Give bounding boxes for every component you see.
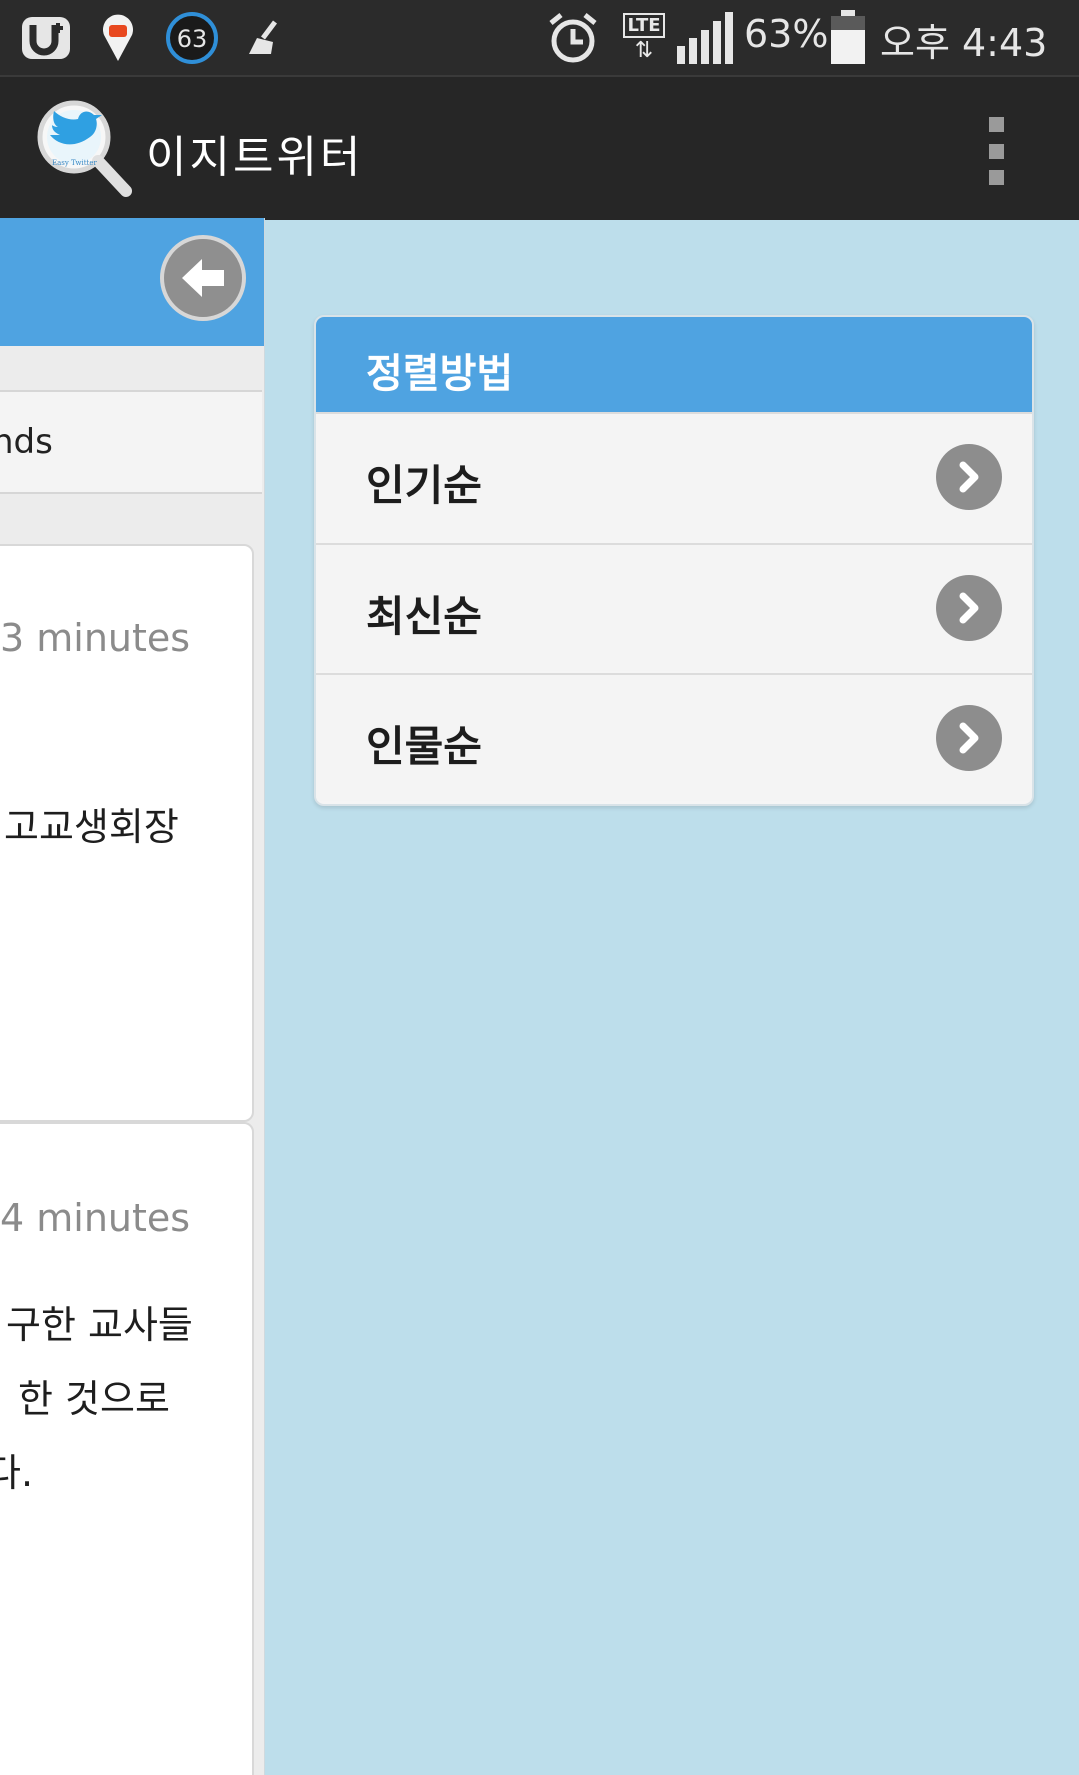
tweet-text-line: 구한 교사들: [6, 1303, 193, 1347]
status-bar: 63 LTE ⇅ 63% 오후 4:43: [0, 0, 1079, 75]
sort-option-label: 인물순: [366, 722, 482, 771]
clock: 오후 4:43: [880, 21, 1048, 65]
lte-icon: LTE ⇅: [620, 8, 668, 68]
svg-text:63: 63: [177, 25, 208, 53]
tweet-time: 4 minutes: [0, 1196, 191, 1240]
left-panel-header: [0, 218, 264, 346]
badge-63-icon: 63: [164, 8, 220, 68]
alarm-icon: [545, 8, 601, 68]
tab-friends[interactable]: nds: [0, 390, 262, 494]
sort-option-label: 인기순: [366, 461, 482, 510]
sort-option-popular[interactable]: 인기순: [316, 412, 1032, 540]
sort-menu-title: 정렬방법: [366, 351, 514, 397]
signal-icon: [674, 8, 736, 68]
chevron-right-icon: [936, 705, 1002, 771]
tweet-text-line: 한 것으로: [18, 1377, 170, 1421]
battery-percent: 63%: [744, 12, 829, 56]
chevron-right-icon: [936, 575, 1002, 641]
tweet-card[interactable]: 4 minutes 구한 교사들 한 것으로 다.: [0, 1122, 254, 1775]
sort-menu-header: 정렬방법: [316, 317, 1032, 412]
tweet-time: 3 minutes: [0, 616, 191, 660]
u-plus-icon: [18, 8, 74, 68]
chevron-right-icon: [936, 444, 1002, 510]
sort-menu: 정렬방법 인기순 최신순 인물순: [314, 315, 1034, 806]
left-panel: nds 3 minutes 고교생회장 4 minutes 구한 교사들 한 것…: [0, 218, 265, 1775]
cleaner-icon: [240, 8, 286, 68]
battery-icon: [828, 8, 868, 68]
tab-label: nds: [0, 422, 53, 462]
sort-option-label: 최신순: [366, 592, 482, 641]
sort-option-latest[interactable]: 최신순: [316, 543, 1032, 671]
tweet-card[interactable]: 3 minutes 고교생회장: [0, 544, 254, 1122]
back-button[interactable]: [160, 235, 246, 321]
app-bar: Easy Twitter 이지트위터: [0, 75, 1079, 220]
sort-option-person[interactable]: 인물순: [316, 673, 1032, 801]
arrow-left-icon: [182, 259, 224, 297]
logo-caption: Easy Twitter: [52, 159, 97, 167]
overflow-menu-icon[interactable]: [984, 117, 1008, 185]
network-type-label: LTE: [623, 13, 665, 38]
app-logo-icon[interactable]: Easy Twitter: [36, 99, 136, 199]
location-pin-icon: [98, 8, 138, 68]
tweet-text-line: 고교생회장: [4, 805, 179, 849]
app-title: 이지트위터: [146, 132, 364, 183]
tweet-text-line: 다.: [0, 1451, 34, 1495]
